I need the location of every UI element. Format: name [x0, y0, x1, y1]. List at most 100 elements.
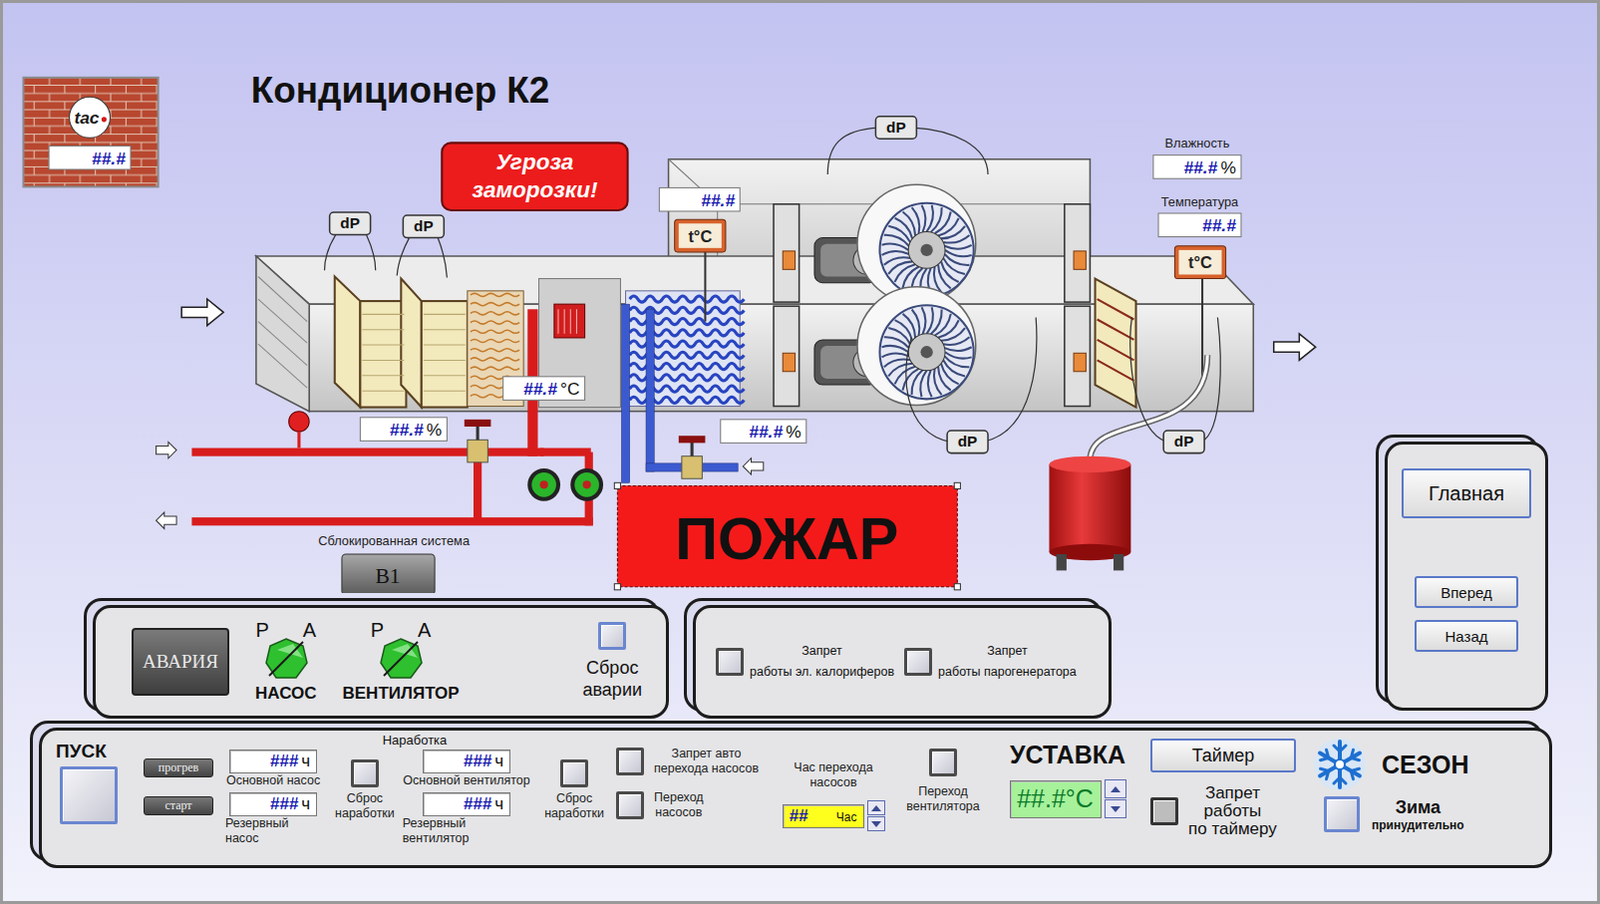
sensor-readout: ##.#%	[359, 417, 447, 442]
sensor-readout: ##.#%	[720, 419, 807, 444]
svg-text:##.#%: ##.#%	[1183, 157, 1236, 178]
alarm-button[interactable]: АВАРИЯ	[131, 628, 230, 696]
runtime-counter: ###чРезервный насос	[225, 792, 321, 847]
prohibit-checkbox[interactable]	[904, 647, 933, 676]
unit-diagram: tac##.#Кондиционер К2Угрозазаморозки!dPd…	[2, 2, 1371, 594]
main-unit-body	[256, 256, 1254, 412]
pump-switch-checkbox[interactable]	[616, 747, 644, 776]
svg-text:заморозки!: заморозки!	[471, 177, 599, 203]
cold-arrow-icon	[742, 458, 763, 475]
hvac-screen: tac##.#Кондиционер К2Угрозазаморозки!dPd…	[0, 0, 1600, 904]
svg-text:t°C: t°C	[687, 227, 712, 246]
runtime-section: Наработка###чОсновной насос###чРезервный…	[225, 736, 605, 847]
svg-text:dP: dP	[958, 432, 978, 450]
runtime-reset-checkbox[interactable]	[560, 759, 589, 788]
fire-alert: ПОЖАР	[614, 482, 960, 591]
control-panel: ПУСКпрогревстартНаработка###чОсновной на…	[38, 727, 1553, 869]
mode-button[interactable]: прогрев	[143, 758, 214, 778]
runtime-counter: ###чОсновной вентилятор	[402, 749, 531, 789]
snowflake-icon	[1311, 736, 1368, 793]
pressure-gauge-icon	[289, 411, 310, 432]
svg-text:##.#: ##.#	[700, 190, 735, 211]
hot-valve-icon	[464, 419, 492, 463]
svg-text:dP: dP	[413, 217, 434, 235]
pump-switch[interactable]: Переходнасосов	[616, 790, 766, 821]
svg-text:t°C: t°C	[1188, 253, 1213, 272]
fan-icon	[814, 287, 976, 406]
air-outlet-arrow-icon	[1274, 333, 1316, 361]
electric-heater	[554, 304, 586, 338]
prohibit-option[interactable]: Запретработы парогенератора	[904, 640, 1077, 684]
temperature-probe: t°C	[1174, 246, 1226, 280]
cold-valve-icon	[678, 435, 706, 479]
nav-button[interactable]: Назад	[1414, 620, 1519, 652]
chilled-water-piping	[621, 304, 763, 483]
timer-prohibit[interactable]: Запретработыпо таймеру	[1150, 784, 1300, 839]
sensor-readout: ##.#°C	[503, 376, 586, 401]
runtime-reset[interactable]: Сброснаработки	[544, 749, 605, 847]
alarm-reset-checkbox[interactable]	[598, 622, 627, 650]
svg-text:B1: B1	[374, 564, 400, 589]
start-button[interactable]	[59, 766, 118, 825]
sensor-readout: ##.#	[658, 187, 740, 212]
supply-arrow-icon	[156, 441, 177, 458]
svg-text:##.#°C: ##.#°C	[523, 378, 580, 399]
filters	[334, 276, 468, 407]
frost-alert: Угрозазаморозки!	[441, 142, 628, 211]
prohibit-checkbox[interactable]	[715, 647, 744, 676]
nav-panel: Главная Вперед Назад	[1384, 441, 1549, 711]
switch-hour-field[interactable]: ##Час	[782, 804, 865, 829]
fan-switch[interactable]: Переходвентилятора	[901, 736, 985, 815]
season: СЕЗОНЗимапринудительно	[1311, 736, 1492, 833]
blocked-system-label: Сблокированная система	[318, 533, 471, 549]
timer-button[interactable]: Таймер	[1150, 738, 1296, 773]
fan-switch-checkbox[interactable]	[929, 748, 958, 777]
svg-text:##.#: ##.#	[1202, 215, 1237, 236]
air-inlet-arrow-icon	[181, 299, 224, 326]
pump-status-icon	[377, 636, 424, 682]
run-indicator: РАНАСОС	[255, 620, 317, 704]
setpoint-spinner[interactable]	[1104, 779, 1127, 819]
logo-value: ##.#	[91, 148, 126, 169]
winter-force[interactable]: Зимапринудительно	[1311, 796, 1492, 833]
pump-status-icon	[263, 636, 310, 682]
alarm-reset[interactable]: Сбросаварии	[582, 622, 642, 701]
setpoint-field[interactable]: ##.#°C	[1009, 780, 1102, 819]
svg-text:dP: dP	[339, 214, 360, 232]
runtime-counter: ###чОсновной насос	[225, 749, 321, 789]
timer-prohibit-checkbox[interactable]	[1150, 797, 1179, 826]
hour-spinner[interactable]	[867, 800, 886, 832]
svg-text:##.#%: ##.#%	[389, 419, 442, 440]
setpoint: УСТАВКА##.#°C	[996, 736, 1139, 819]
pump-icon	[570, 468, 604, 502]
runtime-reset[interactable]: Сброснаработки	[334, 749, 395, 847]
nav-button[interactable]: Главная	[1401, 468, 1532, 519]
temperature-probe: t°C	[674, 219, 726, 253]
svg-text:ПОЖАР: ПОЖАР	[674, 505, 899, 573]
pump-icon	[527, 468, 561, 502]
sensor-readout: Влажность ##.#%	[1153, 135, 1242, 179]
run-indicator: РАВЕНТИЛЯТОР	[341, 620, 459, 704]
svg-text:##.#%: ##.#%	[748, 421, 801, 442]
fan-icon	[814, 184, 976, 304]
dp-sensor: dP	[329, 212, 371, 236]
sensor-readout: Температура##.#	[1158, 194, 1242, 238]
winter-force-checkbox[interactable]	[1323, 796, 1360, 833]
screen-title: Кондиционер К2	[251, 69, 551, 111]
dp-sensor: dP	[402, 215, 444, 239]
prohibit-option[interactable]: Запретработы эл. калориферов	[715, 640, 895, 684]
return-arrow-icon	[156, 512, 177, 529]
runtime-reset-checkbox[interactable]	[350, 759, 379, 788]
status-panel: АВАРИЯ РАНАСОС РАВЕНТИЛЯТОР Сбросаварии	[92, 605, 669, 719]
cooling-coil	[626, 291, 745, 407]
pump-switch-checkbox[interactable]	[616, 791, 644, 820]
svg-text:dP: dP	[1174, 432, 1195, 450]
svg-text:Влажность: Влажность	[1165, 135, 1231, 151]
blocked-system-button[interactable]: B1	[341, 554, 435, 594]
prohibit-panel: Запретработы эл. калориферовЗапретработы…	[692, 605, 1112, 719]
mode-button[interactable]: старт	[143, 796, 214, 816]
pump-switch[interactable]: Запрет автоперехода насосов	[616, 746, 766, 777]
nav-button[interactable]: Вперед	[1414, 576, 1519, 609]
steam-generator	[1048, 354, 1208, 571]
dp-sensor: dP	[875, 116, 917, 140]
